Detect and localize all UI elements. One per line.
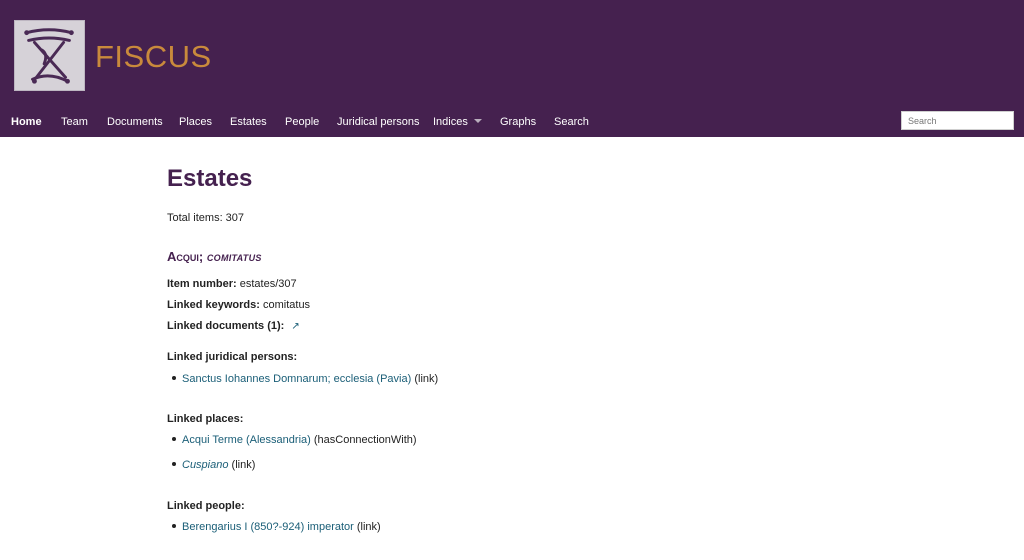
nav-team[interactable]: Team [61, 116, 88, 128]
caret-down-icon [473, 119, 482, 124]
item-number-label: Item number: [167, 278, 237, 290]
page-title: Estates [167, 165, 253, 192]
relation-label: (link) [356, 521, 381, 533]
site-logo[interactable] [14, 20, 85, 91]
linked-documents-label: Linked documents (1): [167, 320, 285, 332]
linked-keywords-label: Linked keywords: [167, 299, 260, 311]
linked-documents-row: Linked documents (1): ↗ [167, 320, 300, 332]
nav-people[interactable]: People [285, 116, 319, 128]
relation-label: (link) [231, 459, 256, 471]
site-title[interactable]: FISCUS [95, 39, 212, 75]
item-name: Acqui; [167, 249, 204, 264]
bullet [172, 376, 176, 381]
relation-label: (link) [414, 373, 439, 385]
list-item: Acqui Terme (Alessandria) (hasConnection… [172, 434, 417, 446]
people-label: Linked people: [167, 500, 245, 512]
bullet [172, 524, 176, 529]
item-heading[interactable]: Acqui; comitatus [167, 249, 262, 264]
site-header: FISCUS Home Team Documents Places Estate… [0, 0, 1024, 137]
nav-estates[interactable]: Estates [230, 116, 267, 128]
place-link[interactable]: Cuspiano [182, 459, 228, 471]
main-navigation: Home Team Documents Places Estates Peopl… [0, 108, 1024, 136]
bullet [172, 437, 176, 442]
bullet [172, 462, 176, 467]
relation-label: (hasConnectionWith) [313, 434, 417, 446]
linked-keywords-value: comitatus [262, 299, 311, 311]
nav-documents[interactable]: Documents [107, 116, 163, 128]
nav-home[interactable]: Home [11, 116, 42, 128]
juridical-person-link[interactable]: Sanctus Iohannes Domnarum; ecclesia (Pav… [182, 373, 411, 385]
nav-search[interactable]: Search [554, 116, 589, 128]
nav-indices[interactable]: Indices [433, 116, 482, 128]
nav-juridical-persons[interactable]: Juridical persons [337, 116, 420, 128]
places-label: Linked places: [167, 413, 244, 425]
list-item: Cuspiano (link) [172, 459, 255, 471]
list-item: Berengarius I (850?-924) imperator (link… [172, 521, 381, 533]
nav-places[interactable]: Places [179, 116, 212, 128]
total-items: Total items: 307 [167, 212, 245, 224]
person-link[interactable]: Berengarius I (850?-924) imperator [182, 521, 354, 533]
external-link-icon[interactable]: ↗ [291, 321, 299, 332]
list-item: Sanctus Iohannes Domnarum; ecclesia (Pav… [172, 373, 438, 385]
item-number-row: Item number: estates/307 [167, 278, 297, 290]
linked-keywords-row: Linked keywords: comitatus [167, 299, 310, 311]
place-link[interactable]: Acqui Terme (Alessandria) [182, 434, 311, 446]
fiscus-chair-logo-icon [15, 21, 84, 90]
item-type: comitatus [206, 253, 262, 263]
item-number-value: estates/307 [239, 278, 297, 290]
nav-indices-label: Indices [433, 116, 468, 128]
juridical-persons-label: Linked juridical persons: [167, 351, 298, 363]
nav-graphs[interactable]: Graphs [500, 116, 536, 128]
search-input[interactable] [901, 111, 1014, 130]
